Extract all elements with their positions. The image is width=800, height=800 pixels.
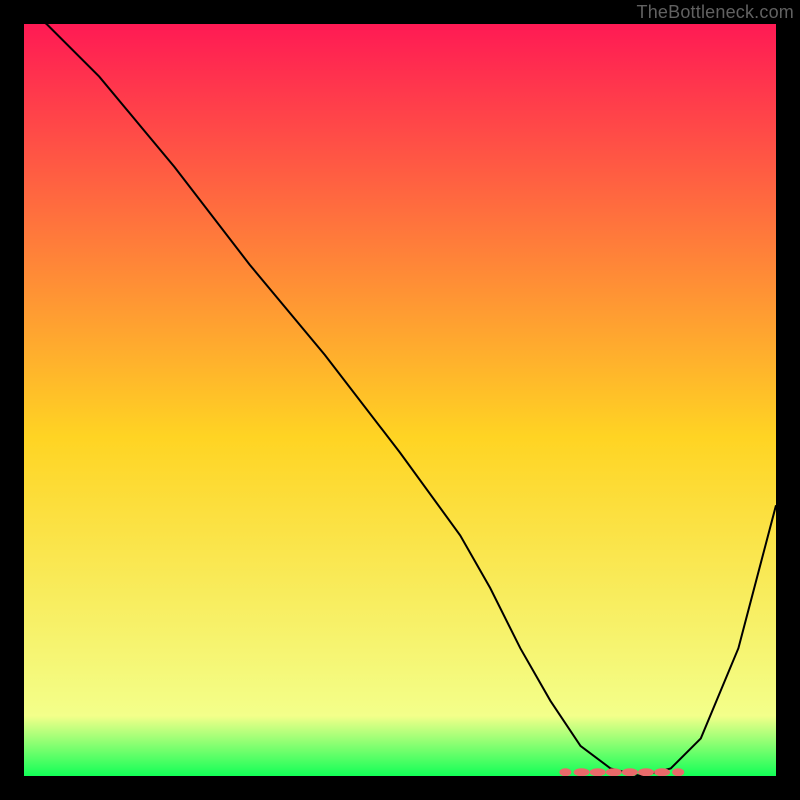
gradient-background xyxy=(24,24,776,776)
chart-frame: TheBottleneck.com xyxy=(0,0,800,800)
optimal-marker xyxy=(672,768,684,776)
watermark-text: TheBottleneck.com xyxy=(637,2,794,23)
optimal-marker xyxy=(638,768,654,776)
optimal-marker xyxy=(622,768,638,776)
optimal-marker xyxy=(574,768,590,776)
optimal-marker xyxy=(654,768,670,776)
optimal-marker xyxy=(559,768,571,776)
optimal-marker xyxy=(590,768,606,776)
chart-plot xyxy=(24,24,776,776)
optimal-marker xyxy=(606,768,622,776)
